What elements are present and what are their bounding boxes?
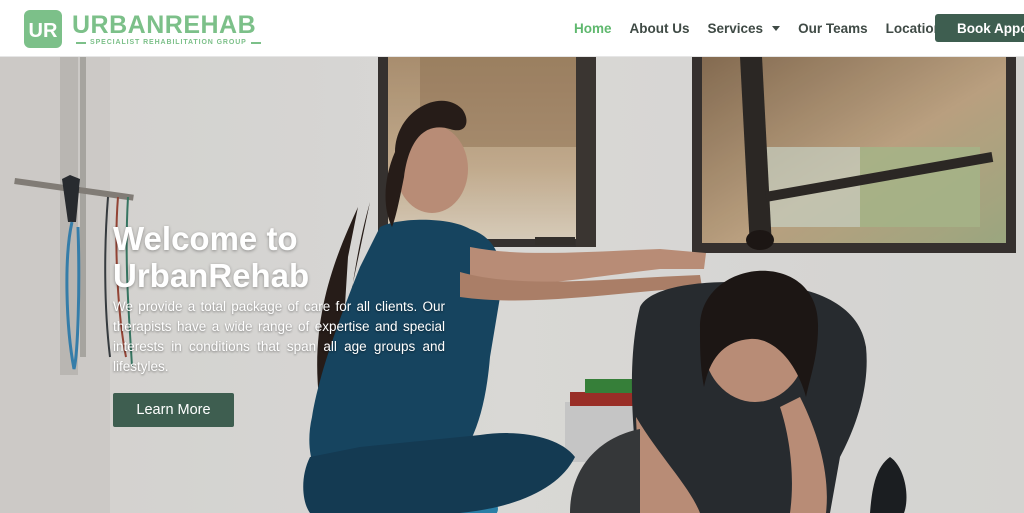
brand-tagline-row: SPECIALIST REHABILITATION GROUP xyxy=(72,39,265,46)
logo-text: URBANREHAB SPECIALIST REHABILITATION GRO… xyxy=(72,12,265,46)
tagline-rule-right xyxy=(250,41,261,44)
hero-title-line-2: UrbanRehab xyxy=(113,257,310,294)
brand-logo[interactable]: UR URBANREHAB SPECIALIST REHABILITATION … xyxy=(22,7,265,51)
logo-mark-icon: UR xyxy=(22,8,64,50)
nav-about-us[interactable]: About Us xyxy=(630,21,690,36)
nav-home[interactable]: Home xyxy=(574,21,612,36)
brand-name: URBANREHAB xyxy=(72,11,257,39)
learn-more-button[interactable]: Learn More xyxy=(113,393,234,427)
tagline-rule-left xyxy=(76,41,86,44)
hero-title-line-1: Welcome to xyxy=(113,220,298,257)
nav-our-teams[interactable]: Our Teams xyxy=(798,21,868,36)
book-appointment-button[interactable]: Book Appoi xyxy=(935,14,1024,42)
site-header: UR URBANREHAB SPECIALIST REHABILITATION … xyxy=(0,0,1024,57)
hero-title: Welcome to UrbanRehab xyxy=(113,220,433,294)
hero-description: We provide a total package of care for a… xyxy=(113,299,445,374)
nav-services[interactable]: Services xyxy=(708,21,781,36)
hero-section: Welcome to UrbanRehab We provide a total… xyxy=(0,57,1024,513)
chevron-down-icon xyxy=(772,25,781,31)
main-nav: Home About Us Services Our Teams Locatio… xyxy=(574,0,967,57)
nav-services-label: Services xyxy=(707,21,764,36)
logo-initials: UR xyxy=(29,20,58,42)
brand-tagline: SPECIALIST REHABILITATION GROUP xyxy=(90,39,247,46)
